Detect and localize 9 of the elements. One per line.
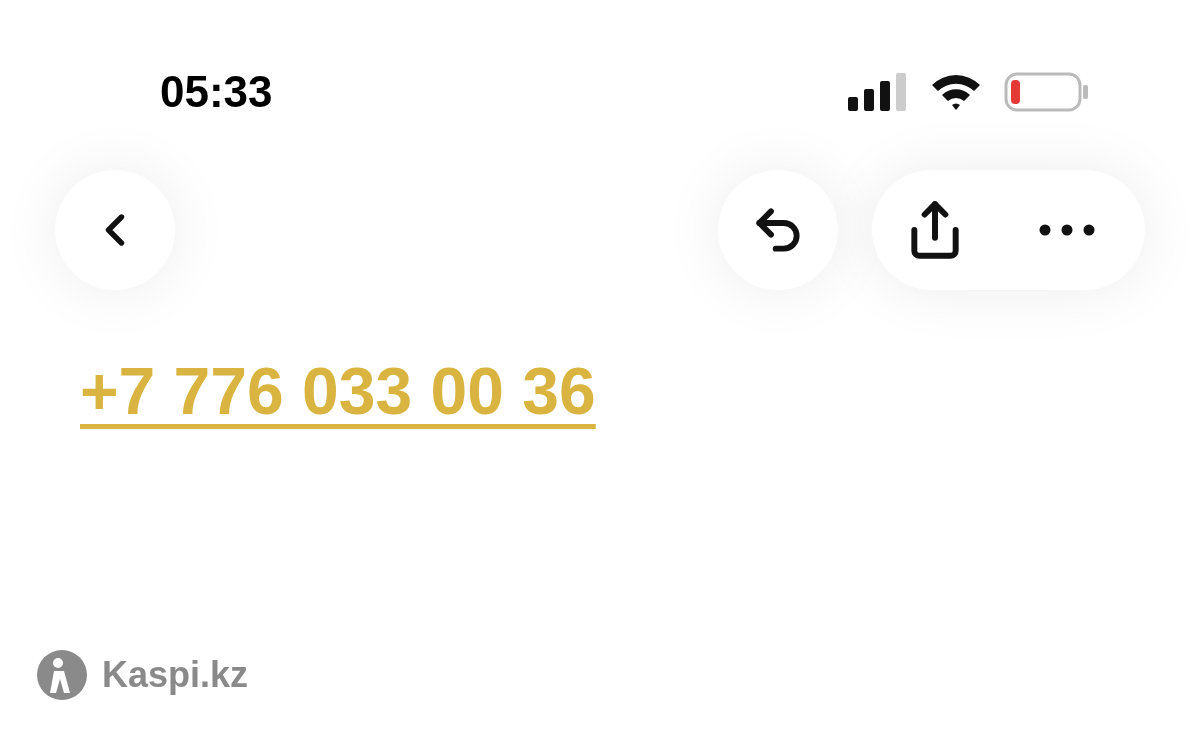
phone-link[interactable]: +7 776 033 00 36	[80, 354, 596, 428]
brand-name: Kaspi.kz	[102, 653, 249, 697]
wifi-icon	[930, 73, 982, 111]
status-time: 05:33	[160, 66, 273, 118]
signal-icon	[848, 73, 908, 111]
logo-icon	[36, 649, 88, 701]
more-icon	[1039, 224, 1095, 236]
more-button[interactable]	[1039, 224, 1095, 236]
battery-icon	[1004, 72, 1090, 112]
